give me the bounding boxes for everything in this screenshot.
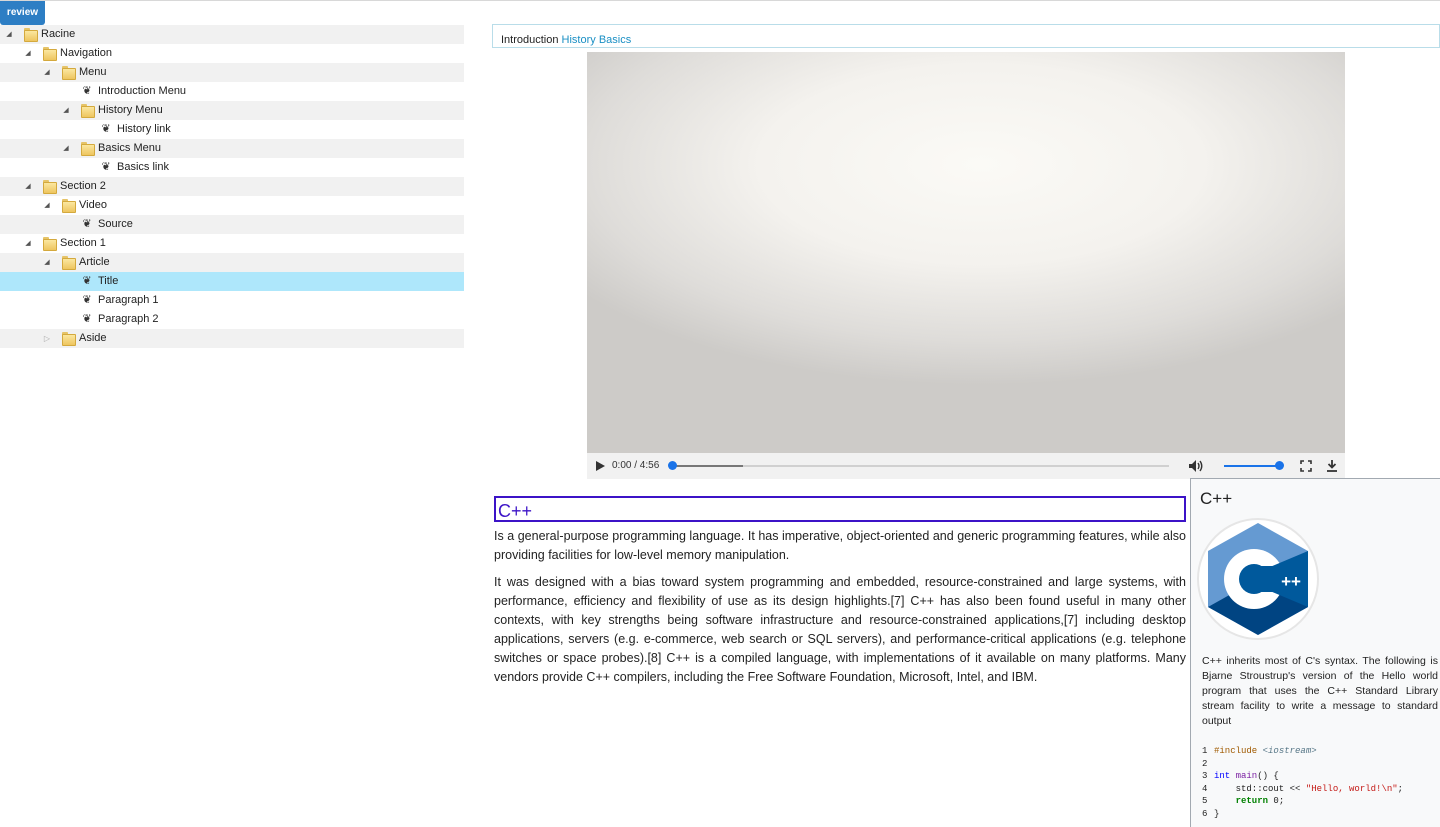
expand-toggle-icon[interactable]: ◢ (42, 253, 52, 272)
code-line: 3 int main() { (1202, 771, 1279, 781)
folder-icon (24, 28, 38, 42)
tree-node-label: Menu (79, 66, 107, 78)
article-title[interactable]: C++ (494, 496, 1186, 522)
tree-node-label: Basics link (117, 161, 169, 173)
code-sample: 1 #include <iostream> 2 3 int main() { 4 s… (1202, 745, 1438, 820)
tree-node-section-1[interactable]: ◢ Section 1 (0, 234, 464, 253)
tree-node-history-menu[interactable]: ◢ History Menu (0, 101, 464, 120)
expand-toggle-icon[interactable]: ◢ (4, 25, 14, 44)
video-progress-handle[interactable] (668, 461, 677, 470)
leaf-icon: ❦ (82, 313, 92, 325)
leaf-icon: ❦ (101, 123, 111, 135)
play-icon[interactable] (596, 461, 605, 471)
cpp-logo: ++ (1197, 518, 1319, 640)
breadcrumb-introduction: Introduction (501, 34, 559, 46)
tree-node-label: Video (79, 199, 107, 211)
folder-icon (62, 199, 76, 213)
tree-node-video[interactable]: ◢ Video (0, 196, 464, 215)
structure-tree: ◢ Racine ◢ Navigation ◢ Menu ❦ Introduct… (0, 25, 464, 348)
tree-node-basics-link[interactable]: ❦ Basics link (0, 158, 464, 177)
review-button[interactable]: review (0, 1, 45, 25)
article-paragraph-1: Is a general-purpose programming languag… (494, 529, 1186, 562)
tree-node-title[interactable]: ❦ Title (0, 272, 464, 291)
aside-description: C++ inherits most of C's syntax. The fol… (1202, 655, 1438, 727)
volume-icon[interactable] (1188, 459, 1204, 473)
folder-icon (43, 237, 57, 251)
article-paragraph-2: It was designed with a bias toward syste… (494, 575, 1186, 684)
folder-icon (43, 47, 57, 61)
tree-node-navigation[interactable]: ◢ Navigation (0, 44, 464, 63)
tree-node-history-link[interactable]: ❦ History link (0, 120, 464, 139)
leaf-icon: ❦ (82, 275, 92, 287)
tree-node-paragraph-1[interactable]: ❦ Paragraph 1 (0, 291, 464, 310)
breadcrumb-basics-link[interactable]: Basics (599, 34, 631, 46)
tree-node-label: Paragraph 1 (98, 294, 159, 306)
volume-handle[interactable] (1275, 461, 1284, 470)
volume-slider[interactable] (1224, 465, 1280, 467)
tree-node-label: Paragraph 2 (98, 313, 159, 325)
top-divider (0, 0, 1440, 1)
expand-toggle-icon[interactable]: ◢ (61, 139, 71, 158)
tree-node-menu[interactable]: ◢ Menu (0, 63, 464, 82)
svg-text:++: ++ (1281, 572, 1301, 591)
fullscreen-icon[interactable] (1300, 460, 1312, 472)
code-line: 5 return 0; (1202, 796, 1285, 806)
leaf-icon: ❦ (82, 85, 92, 97)
folder-icon (62, 66, 76, 80)
video-progress-bar[interactable] (671, 465, 1169, 467)
expand-toggle-icon[interactable]: ◢ (61, 101, 71, 120)
tree-node-label: Section 1 (60, 237, 106, 249)
tree-node-label: History link (117, 123, 171, 135)
tree-node-aside[interactable]: ▷ Aside (0, 329, 464, 348)
tree-node-introduction-menu[interactable]: ❦ Introduction Menu (0, 82, 464, 101)
tree-node-label: Navigation (60, 47, 112, 59)
expand-toggle-icon[interactable]: ◢ (23, 234, 33, 253)
aside-title: C++ (1200, 489, 1233, 508)
tree-node-label: Section 2 (60, 180, 106, 192)
leaf-icon: ❦ (82, 218, 92, 230)
video-controls: 0:00 / 4:56 (587, 453, 1345, 479)
video-time: 0:00 / 4:56 (612, 460, 660, 471)
folder-icon (43, 180, 57, 194)
code-line: 4 std::cout << "Hello, world!\n"; (1202, 783, 1404, 794)
expand-toggle-icon[interactable]: ◢ (42, 63, 52, 82)
video-screen[interactable] (587, 52, 1345, 453)
expand-toggle-icon[interactable]: ◢ (23, 177, 33, 196)
breadcrumb: Introduction History Basics (492, 24, 1440, 48)
expand-toggle-icon[interactable]: ◢ (23, 44, 33, 63)
collapse-toggle-icon[interactable]: ▷ (42, 329, 52, 348)
breadcrumb-history-link[interactable]: History (562, 34, 596, 46)
tree-node-label: Article (79, 256, 110, 268)
tree-node-label: Basics Menu (98, 142, 161, 154)
tree-node-label: Introduction Menu (98, 85, 187, 97)
video-player[interactable]: 0:00 / 4:56 (587, 52, 1345, 479)
tree-node-label: Aside (79, 332, 107, 344)
code-line: 1 #include <iostream> (1202, 746, 1317, 756)
expand-toggle-icon[interactable]: ◢ (42, 196, 52, 215)
folder-icon (81, 104, 95, 118)
tree-node-label: Racine (41, 28, 76, 40)
folder-icon (62, 256, 76, 270)
tree-node-article[interactable]: ◢ Article (0, 253, 464, 272)
tree-node-label: Title (98, 275, 119, 287)
download-icon[interactable] (1325, 459, 1339, 473)
aside-infobox: C++ ++ C++ inherits most of C's syntax. … (1190, 478, 1440, 827)
tree-node-label: Source (98, 218, 133, 230)
tree-node-section-2[interactable]: ◢ Section 2 (0, 177, 464, 196)
tree-node-racine[interactable]: ◢ Racine (0, 25, 464, 44)
leaf-icon: ❦ (101, 161, 111, 173)
code-line: 6} (1202, 808, 1220, 819)
tree-node-basics-menu[interactable]: ◢ Basics Menu (0, 139, 464, 158)
code-line: 2 (1202, 758, 1208, 769)
video-buffered-fill (671, 465, 743, 467)
folder-icon (62, 332, 76, 346)
tree-node-paragraph-2[interactable]: ❦ Paragraph 2 (0, 310, 464, 329)
tree-node-source[interactable]: ❦ Source (0, 215, 464, 234)
tree-node-label: History Menu (98, 104, 163, 116)
folder-icon (81, 142, 95, 156)
leaf-icon: ❦ (82, 294, 92, 306)
